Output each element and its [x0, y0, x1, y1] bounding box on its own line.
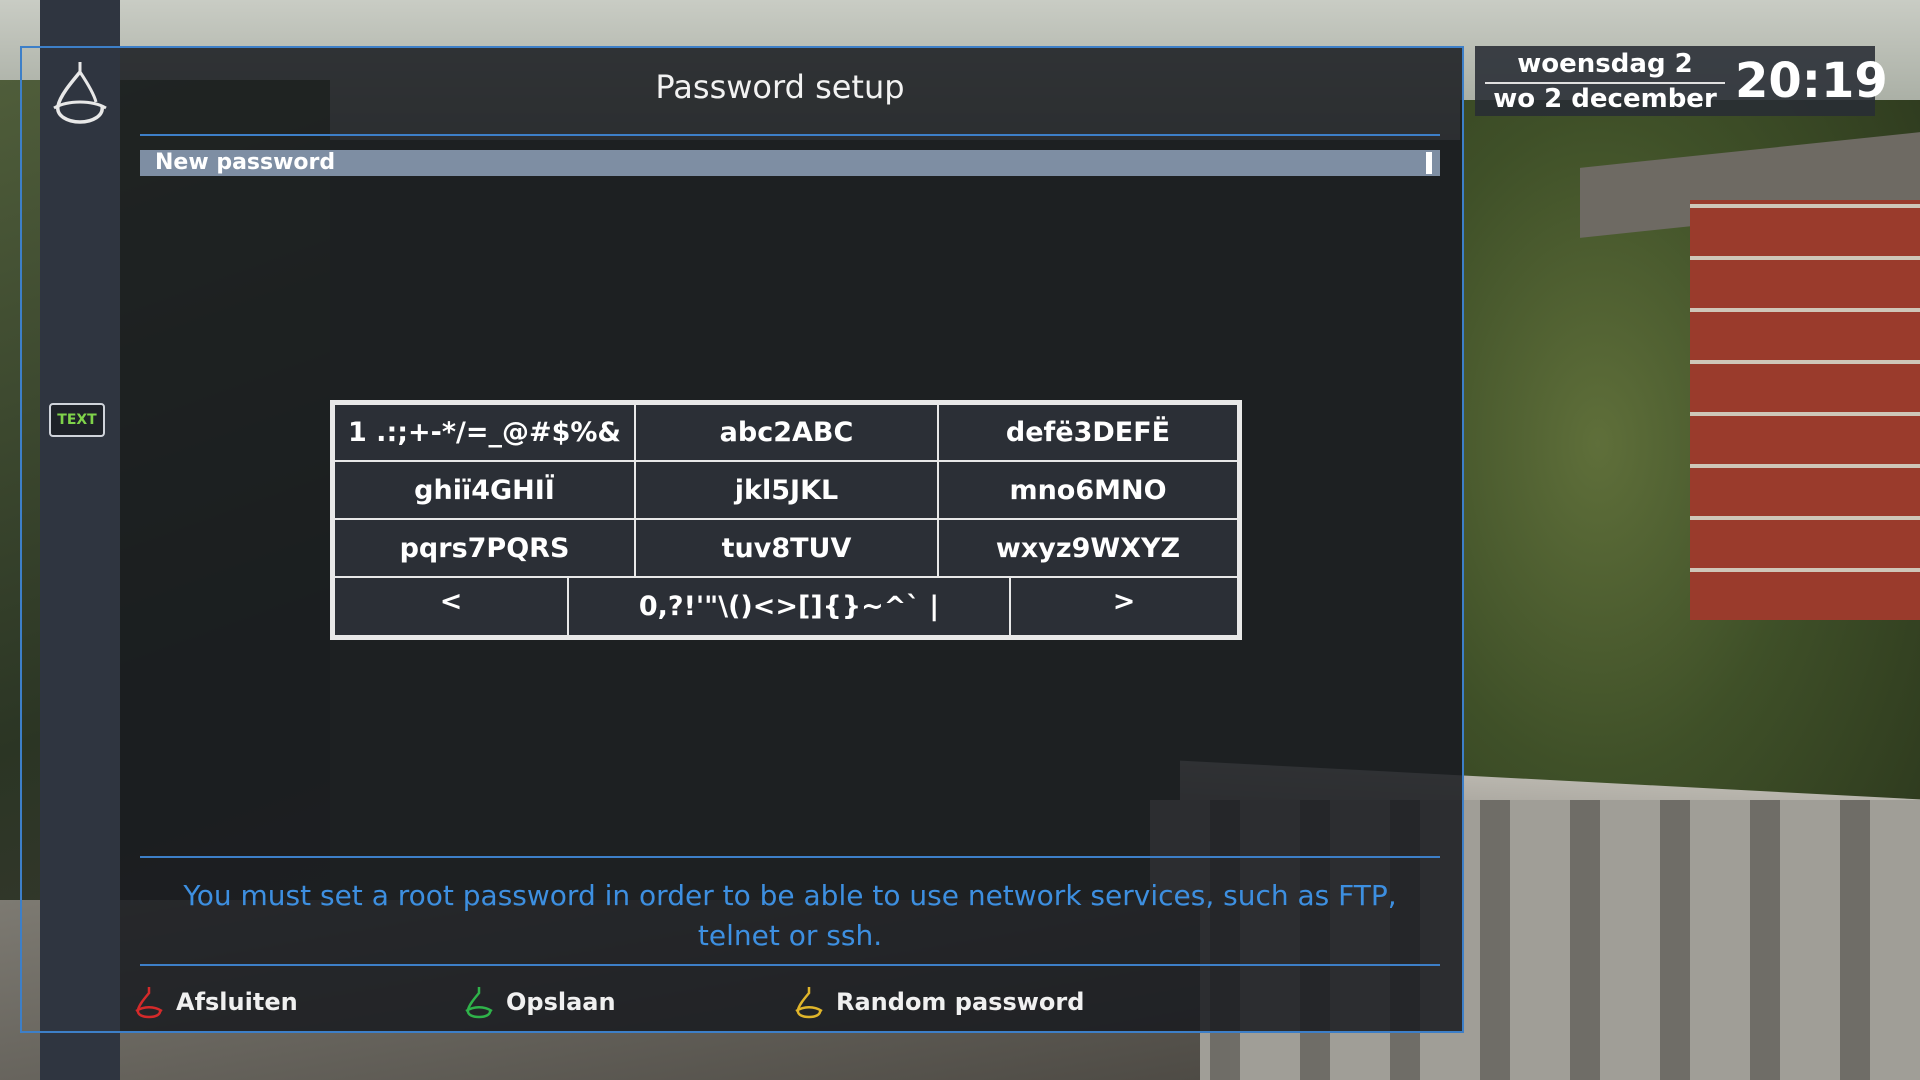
text-cursor: [1426, 152, 1432, 174]
help-divider-top: [140, 856, 1440, 858]
clock-panel: woensdag 2 wo 2 december 20:19: [1475, 46, 1888, 116]
clock-day: woensdag 2: [1485, 46, 1725, 84]
key-2-abc[interactable]: abc2ABC: [634, 403, 939, 462]
title-divider: [140, 134, 1440, 136]
help-text: You must set a root password in order to…: [183, 879, 1397, 952]
yellow-button-label: Random password: [836, 988, 1085, 1016]
password-input[interactable]: New password: [140, 150, 1440, 176]
green-button-logo-icon: [465, 987, 493, 1019]
key-4-ghi[interactable]: ghiï4GHIÏ: [333, 460, 636, 520]
yellow-button[interactable]: Random password: [794, 984, 1084, 1020]
yellow-button-logo-icon: [795, 987, 823, 1019]
red-button-label: Afsluiten: [176, 988, 298, 1016]
green-button-label: Opslaan: [506, 988, 616, 1016]
key-right-arrow[interactable]: >: [1009, 576, 1239, 637]
red-button[interactable]: Afsluiten: [134, 984, 298, 1020]
password-input-label: New password: [155, 150, 336, 175]
key-5-jkl[interactable]: jkl5JKL: [634, 460, 939, 520]
help-divider-bottom: [140, 964, 1440, 966]
clock-time: 20:19: [1735, 53, 1888, 109]
clock-date: wo 2 december: [1493, 84, 1717, 114]
key-6-mno[interactable]: mno6MNO: [937, 460, 1239, 520]
green-button[interactable]: Opslaan: [464, 984, 616, 1020]
key-1-symbols[interactable]: 1 .:;+-*/=_@#$%&: [333, 403, 636, 462]
dialog-title: Password setup: [655, 68, 905, 106]
key-3-def[interactable]: defë3DEFË: [937, 403, 1239, 462]
key-left-arrow[interactable]: <: [333, 576, 569, 637]
key-7-pqrs[interactable]: pqrs7PQRS: [333, 518, 636, 578]
key-0-symbols[interactable]: 0,?!'"\()<>[]{}~^` |: [567, 576, 1011, 637]
virtual-keyboard: 1 .:;+-*/=_@#$%& abc2ABC defë3DEFË ghiï4…: [330, 400, 1242, 640]
key-9-wxyz[interactable]: wxyz9WXYZ: [937, 518, 1239, 578]
red-button-logo-icon: [135, 987, 163, 1019]
key-8-tuv[interactable]: tuv8TUV: [634, 518, 939, 578]
background-brick-wall: [1690, 200, 1920, 620]
